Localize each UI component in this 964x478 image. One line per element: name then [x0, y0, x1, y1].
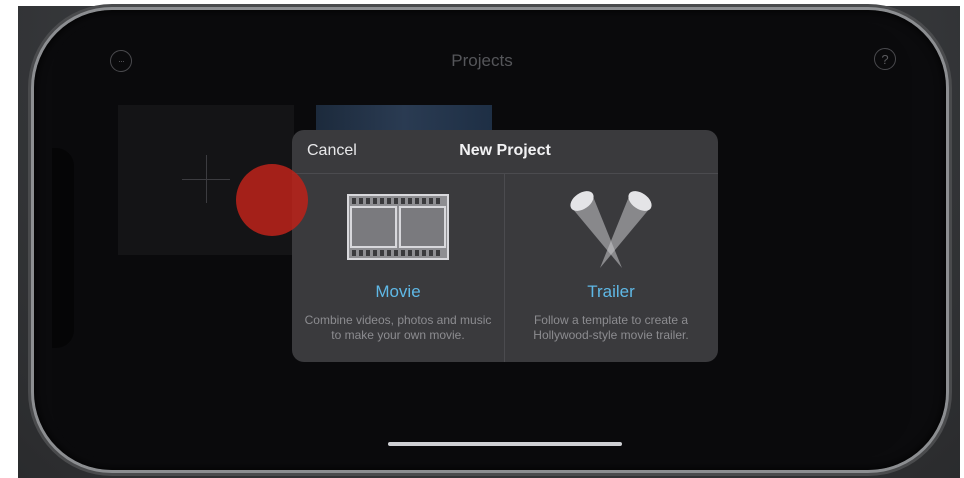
movie-option-description: Combine videos, photos and music to make…: [304, 313, 492, 342]
plus-icon-vertical: [206, 155, 207, 203]
trailer-option-label: Trailer: [587, 282, 635, 301]
app-screen: ··· Projects ? Cancel New Project Movie …: [52, 22, 912, 458]
phone-frame: ··· Projects ? Cancel New Project Movie …: [34, 10, 946, 470]
home-indicator[interactable]: [388, 442, 622, 446]
dialog-title: New Project: [459, 142, 551, 159]
trailer-option-description: Follow a template to create a Hollywood-…: [533, 313, 689, 342]
dialog-header: Cancel New Project: [292, 130, 718, 174]
touch-indicator: [236, 164, 308, 236]
film-strip-icon: [347, 194, 449, 260]
movie-option-label: Movie: [375, 282, 421, 301]
spotlights-icon: [570, 191, 652, 268]
question-icon: ?: [881, 51, 889, 67]
movie-option[interactable]: Movie Combine videos, photos and music t…: [292, 174, 504, 362]
trailer-option[interactable]: Trailer Follow a template to create a Ho…: [505, 174, 717, 362]
page-title: Projects: [451, 51, 513, 70]
phone-notch: [52, 148, 74, 348]
new-project-dialog: Cancel New Project Movie Combine videos,…: [292, 130, 718, 362]
help-button[interactable]: ?: [874, 48, 896, 70]
